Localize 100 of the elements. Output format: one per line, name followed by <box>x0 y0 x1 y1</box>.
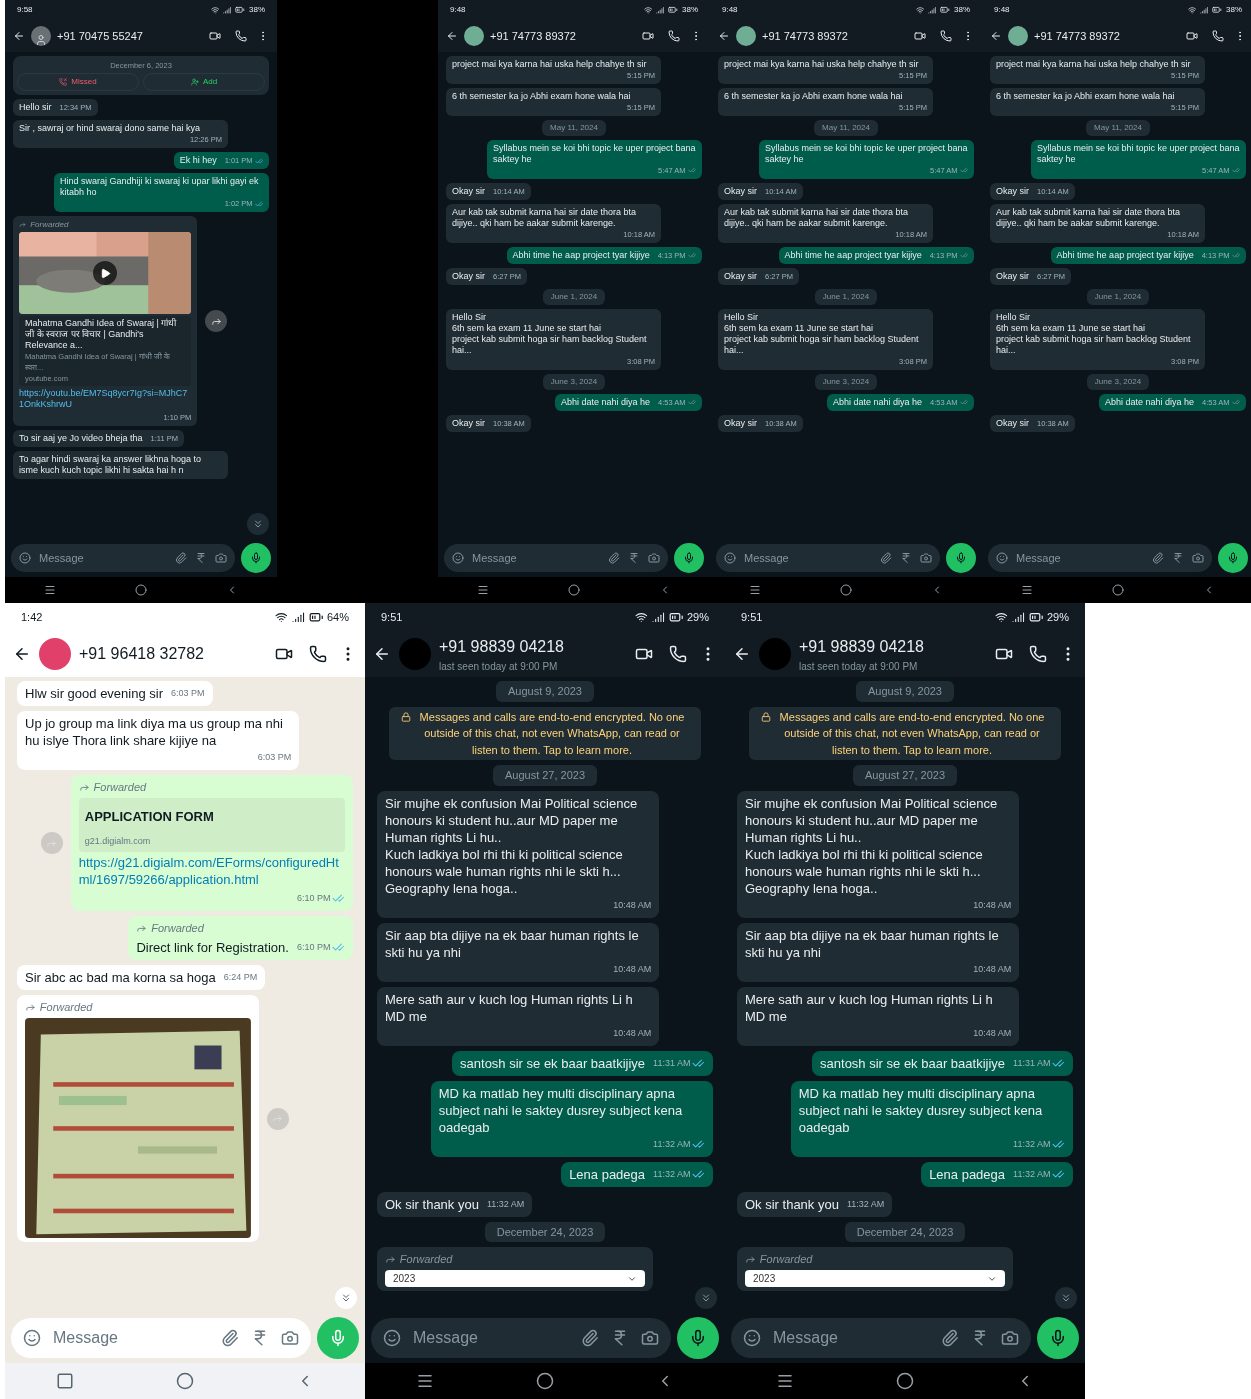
date-label: December 24, 2023 <box>484 1221 606 1242</box>
contact-name[interactable]: +91 98839 04218 <box>799 634 987 659</box>
composer-bar[interactable]: Message <box>11 1318 311 1358</box>
dropdown-field[interactable]: 2023 <box>385 1270 645 1287</box>
message-time: 11:32 AM <box>486 1197 525 1211</box>
message-text: Okay sir <box>452 186 485 197</box>
date-label: August 27, 2023 <box>852 765 958 786</box>
message-text: 6 th semester ka jo Abhi exam hone wala hai <box>996 91 1175 102</box>
date-label: August 27, 2023 <box>492 765 598 786</box>
contact-name[interactable]: +91 74773 89372 <box>1034 27 1180 45</box>
contact-name[interactable]: +91 98839 04218 <box>439 634 627 659</box>
last-seen: last seen today at 9:00 PM <box>799 659 919 674</box>
date-label: June 1, 2024 <box>814 289 878 305</box>
message-text: 6 th semester ka jo Abhi exam hone wala hai <box>452 91 631 102</box>
message-time: 11:31 AM <box>653 1056 691 1070</box>
forwarded-label: Forwarded <box>25 999 251 1016</box>
message-time: 6:03 PM <box>257 751 292 764</box>
message-text: Hind swaraj Gandhiji ki swaraj ki upar likhi gayi ek kitabh ho <box>59 176 260 199</box>
message-text: Okay sir <box>724 418 757 429</box>
message-text: project mai kya karna hai uska help chahye th sir <box>724 59 919 70</box>
message-time: 6:03 PM <box>171 687 205 700</box>
battery-level: 38% <box>954 4 970 16</box>
message-time: 10:48 AM <box>973 962 1012 976</box>
message-text: Syllabus mein se koi bhi topic ke uper project bana saktey he <box>492 143 696 165</box>
message-text: Syllabus mein se koi bhi topic ke uper project bana saktey he <box>764 143 968 165</box>
date-label: June 3, 2024 <box>814 374 878 390</box>
status-time: 9:51 <box>741 609 763 625</box>
date-label: June 3, 2024 <box>542 374 606 390</box>
date-label: June 1, 2024 <box>542 289 606 305</box>
composer-bar[interactable]: Message <box>731 1318 1031 1358</box>
date-label: December 24, 2023 <box>844 1221 966 1242</box>
composer-bar[interactable]: Message <box>371 1318 671 1358</box>
contact-name[interactable]: +91 96418 32782 <box>79 642 267 666</box>
message-text: project mai kya karna hai uska help chahye th sir <box>996 59 1191 70</box>
message-text: Okay sir <box>452 271 485 282</box>
message-time: 10:48 AM <box>973 1026 1012 1040</box>
message-text: Abhi date nahi diya he <box>561 397 651 408</box>
message-text: Hello Sir 6th sem ka exam 11 June se start hai project kab submit hoga sir ham backlog Student hai... <box>724 312 920 356</box>
message-time: 10:48 AM <box>973 898 1012 912</box>
contact-name[interactable]: +91 74773 89372 <box>490 27 636 45</box>
message-text: Okay sir <box>724 271 757 282</box>
message-text: Sir aap bta dijiye na ek baar human rights le skti hu ya nhi <box>745 926 1000 961</box>
date-label: June 3, 2024 <box>1086 374 1150 390</box>
message-text: project mai kya karna hai uska help chahye th sir <box>452 59 647 70</box>
message-time: 11:32 AM <box>653 1167 691 1181</box>
composer-bar[interactable]: Message <box>988 544 1212 572</box>
contact-name[interactable]: +91 70475 55247 <box>57 27 203 45</box>
preview-title: APPLICATION FORM <box>84 808 215 826</box>
message-text: Syllabus mein se koi bhi topic ke uper project bana saktey he <box>1036 143 1240 165</box>
message-text: Mere sath aur v kuch log Human rights Li h MD me <box>385 990 634 1025</box>
message-text: Hlw sir good evening sir <box>25 685 163 702</box>
status-time: 9:48 <box>450 4 466 16</box>
message-text: Abhi date nahi diya he <box>1105 397 1195 408</box>
message-link[interactable]: https://youtu.be/EM7Sq8ycr7Ig?si=MJhC71OnkKshrwU <box>19 388 192 411</box>
message-time: 6:24 PM <box>223 971 258 984</box>
forwarded-label: Forwarded <box>78 779 345 796</box>
forwarded-label: Forwarded <box>19 219 192 231</box>
message-text: Hello Sir 6th sem ka exam 11 June se start hai project kab submit hoga sir ham backlog Student hai... <box>996 312 1192 356</box>
battery-level: 29% <box>1046 609 1069 625</box>
encryption-notice[interactable]: Messages and calls are end-to-end encrypted. No one outside of this chat, not even WhatsApp, can read or listen to them. Tap to learn more. <box>749 706 1061 760</box>
message-text: Lena padega <box>569 1165 646 1183</box>
message-text: Okay sir <box>452 418 485 429</box>
status-time: 9:48 <box>722 4 738 16</box>
status-time: 9:48 <box>994 4 1010 16</box>
message-text: Sir mujhe ek confusion Mai Political science honours ki student hu..aur MD paper me Human rights Li hu.. Kuch ladkiya bol rhi thi ki political science honours wale human rights nhi le skti h... Geography lena hoga.. <box>745 794 999 897</box>
message-text: Mere sath aur v kuch log Human rights Li h MD me <box>745 990 994 1025</box>
dropdown-field[interactable]: 2023 <box>745 1270 1005 1287</box>
message-text: Up jo group ma link diya ma us group ma nhi hu islye Thora link share kijiye na <box>25 715 284 749</box>
message-text: Ok sir thank you <box>385 1195 479 1213</box>
battery-level: 38% <box>249 4 265 16</box>
message-time: 6:10 PM <box>296 892 331 905</box>
date-label: May 11, 2024 <box>814 120 878 136</box>
message-text: Abhi time he aap project tyar kijiye <box>784 250 922 261</box>
message-text: Sir abc ac bad ma korna sa hoga <box>25 969 216 986</box>
message-text: Sir , sawraj or hind swaraj dono same hai kya <box>19 123 201 135</box>
composer-bar[interactable]: Message <box>11 544 235 572</box>
message-text: Abhi date nahi diya he <box>833 397 923 408</box>
message-link[interactable]: https://g21.digialm.com/EForms/configuredHtml/1697/59266/application.html <box>78 854 345 888</box>
forwarded-label: Forwarded <box>385 1251 645 1268</box>
message-text: Okay sir <box>996 186 1029 197</box>
message-time: 11:31 AM <box>1013 1056 1051 1070</box>
message-time: 10:48 AM <box>613 962 652 976</box>
contact-name[interactable]: +91 74773 89372 <box>762 27 908 45</box>
composer-bar[interactable]: Message <box>716 544 940 572</box>
date-label: August 9, 2023 <box>856 681 954 702</box>
link-preview[interactable]: APPLICATION FORM g21.digialm.com <box>78 798 345 852</box>
message-time: 11:32 AM <box>846 1197 885 1211</box>
message-text: Hello sir <box>19 102 52 114</box>
battery-level: 38% <box>1226 4 1242 16</box>
message-text: Hello Sir 6th sem ka exam 11 June se start hai project kab submit hoga sir ham backlog Student hai... <box>452 312 648 356</box>
message-time: 11:32 AM <box>1013 1137 1051 1151</box>
composer-bar[interactable]: Message <box>444 544 668 572</box>
date-label: May 11, 2024 <box>1086 120 1150 136</box>
status-time: 1:42 <box>21 609 43 625</box>
encryption-notice[interactable]: Messages and calls are end-to-end encrypted. No one outside of this chat, not even WhatsApp, can read or listen to them. Tap to learn more. <box>389 706 701 760</box>
battery-level: 38% <box>682 4 698 16</box>
message-text: Abhi time he aap project tyar kijiye <box>512 250 650 261</box>
battery-level: 64% <box>326 609 349 625</box>
message-text: santosh sir se ek baar baatkijiye <box>460 1054 646 1072</box>
message-text: Direct link for Registration. <box>136 939 289 956</box>
